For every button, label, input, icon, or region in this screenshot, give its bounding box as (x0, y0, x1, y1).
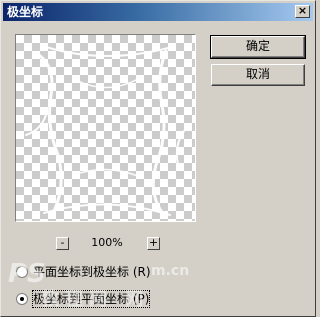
radio-polar-to-rectangular[interactable] (16, 293, 28, 305)
title-bar[interactable]: 极坐标 × (3, 3, 313, 21)
close-icon[interactable]: × (295, 5, 310, 18)
option-label: 平面坐标到极坐标 (R) (33, 265, 151, 279)
watermark-url: m.cn (151, 263, 190, 279)
filter-preview[interactable] (15, 34, 196, 222)
cancel-button[interactable]: 取消 (211, 64, 305, 86)
zoom-level: 100% (91, 236, 123, 249)
option-label: 极坐标到平面坐标 (P) (31, 290, 151, 308)
minus-icon[interactable]: - (56, 237, 69, 250)
dialog-title: 极坐标 (7, 5, 44, 19)
ok-button[interactable]: 确定 (210, 35, 306, 59)
preview-image (25, 46, 185, 217)
plus-icon[interactable]: + (147, 237, 160, 250)
polar-coordinates-dialog: 极坐标 × 确定 取消 - 100% + 平面坐标到极坐标 (R) 极坐标到平面… (0, 0, 316, 317)
radio-rectangular-to-polar[interactable] (16, 266, 28, 278)
